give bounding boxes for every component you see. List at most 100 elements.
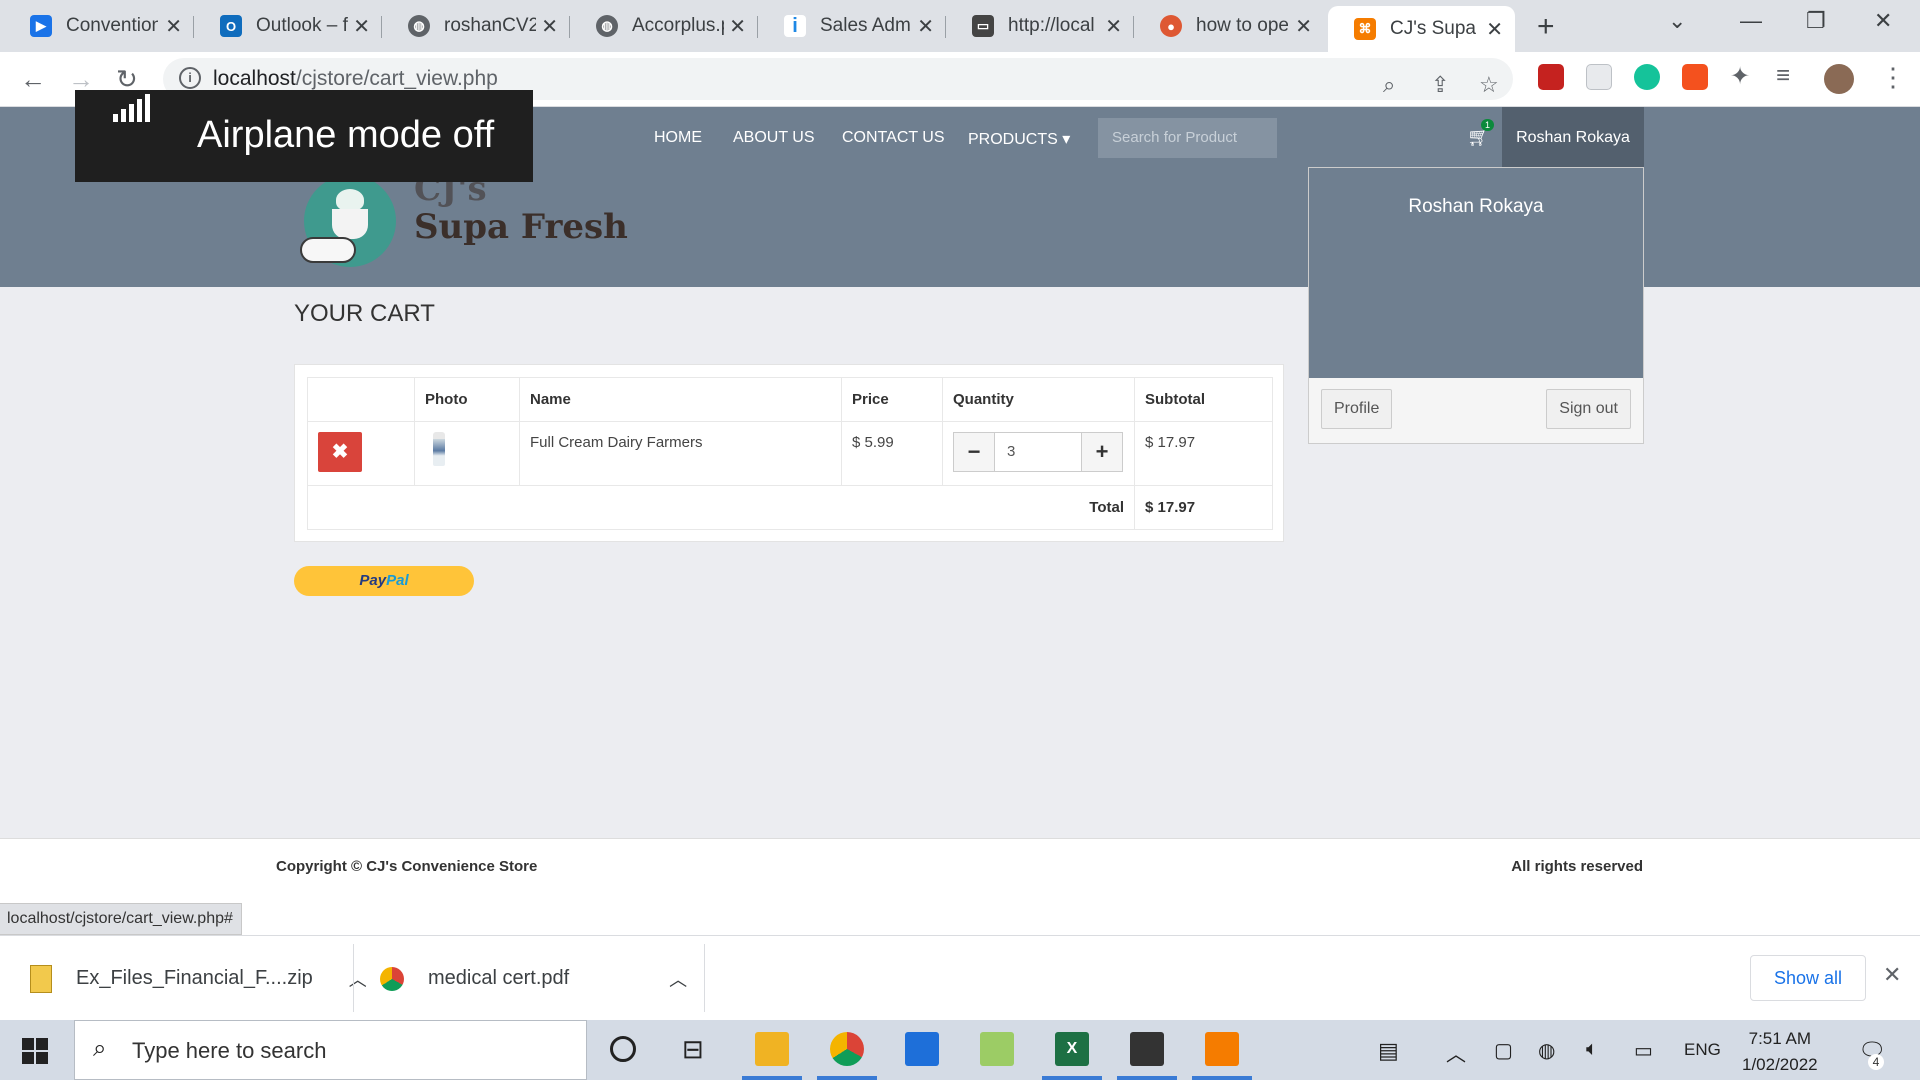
product-search-input[interactable]: Search for Product xyxy=(1098,118,1277,158)
volume-icon[interactable]: 🔈︎ xyxy=(1586,1038,1598,1061)
product-thumbnail[interactable] xyxy=(433,432,445,466)
video-icon: ▶ xyxy=(30,15,52,37)
nav-home[interactable]: HOME xyxy=(654,129,702,147)
decrease-quantity-button[interactable]: − xyxy=(953,432,995,472)
zoom-icon[interactable]: ⌕ xyxy=(1383,72,1395,98)
chrome-taskbar-icon[interactable] xyxy=(830,1032,864,1066)
bookmark-star-icon[interactable]: ☆ xyxy=(1479,72,1499,98)
remove-cell: ✖ xyxy=(307,421,415,486)
close-tab-icon[interactable]: ✕ xyxy=(1486,17,1503,42)
nav-products-dropdown[interactable]: PRODUCTS ▾ xyxy=(968,129,1070,149)
paypal-logo-pay: Pay xyxy=(359,572,387,589)
xampp-taskbar-icon[interactable] xyxy=(1205,1032,1239,1066)
task-view-icon[interactable]: ⊟ xyxy=(682,1034,704,1065)
nav-about[interactable]: ABOUT US xyxy=(733,129,815,147)
browser-tab[interactable]: ▶ Convention ✕ xyxy=(4,6,194,46)
link-status-bar: localhost/cjstore/cart_view.php# xyxy=(0,903,242,935)
taskbar-search-placeholder: Type here to search xyxy=(132,1038,327,1063)
cortana-icon[interactable] xyxy=(610,1036,636,1062)
share-icon[interactable]: ⇪ xyxy=(1431,72,1449,98)
close-tab-icon[interactable]: ✕ xyxy=(917,14,934,39)
download-item[interactable]: medical cert.pdf ︿ xyxy=(380,936,687,1021)
quantity-input[interactable]: 3 xyxy=(995,432,1081,472)
address-url[interactable]: localhost/cjstore/cart_view.php xyxy=(213,67,498,91)
table-row: ✖ Full Cream Dairy Farmers $ 5.99 − 3 + … xyxy=(307,421,1273,486)
browser-tab[interactable]: O Outlook – fr ✕ xyxy=(194,6,382,46)
notification-count-badge: 4 xyxy=(1868,1054,1884,1070)
col-subtotal: Subtotal xyxy=(1134,377,1273,422)
close-tab-icon[interactable]: ✕ xyxy=(729,14,746,39)
excel-icon[interactable]: X xyxy=(1055,1032,1089,1066)
close-tab-icon[interactable]: ✕ xyxy=(165,14,182,39)
media-control-icon[interactable]: ≡ xyxy=(1776,62,1790,90)
show-hidden-icons-chevron-icon[interactable]: ︿ xyxy=(1446,1038,1466,1067)
extensions-puzzle-icon[interactable]: ✦ xyxy=(1730,62,1750,91)
minimize-icon[interactable]: — xyxy=(1740,8,1762,34)
tab-label: Accorplus.p xyxy=(632,15,724,36)
user-menu-toggle[interactable]: Roshan Rokaya xyxy=(1502,107,1644,168)
page-title: YOUR CART xyxy=(294,300,435,327)
clock-date: 1/02/2022 xyxy=(1742,1055,1818,1074)
browser-tab[interactable]: ◍ Accorplus.p ✕ xyxy=(570,6,758,46)
browser-tab[interactable]: ▭ http://local ✕ xyxy=(946,6,1134,46)
dropdown-user-name: Roshan Rokaya xyxy=(1408,196,1544,217)
remove-item-button[interactable]: ✖ xyxy=(318,432,362,472)
meet-now-icon[interactable]: ▢ xyxy=(1494,1038,1513,1063)
outlook-icon: O xyxy=(220,15,242,37)
close-downloads-icon[interactable]: ✕ xyxy=(1883,962,1901,988)
taskbar-search-input[interactable]: ⌕ Type here to search xyxy=(74,1020,587,1080)
profile-button[interactable]: Profile xyxy=(1321,389,1393,429)
download-item[interactable]: Ex_Files_Financial_F....zip ︿ xyxy=(30,936,367,1021)
new-tab-icon[interactable]: + xyxy=(1537,10,1555,44)
increase-quantity-button[interactable]: + xyxy=(1081,432,1123,472)
tab-label: roshanCV20 xyxy=(444,15,536,36)
copyright-text: Copyright © CJ's Convenience Store xyxy=(276,858,538,875)
close-tab-icon[interactable]: ✕ xyxy=(1295,14,1312,39)
chevron-up-icon[interactable]: ︿ xyxy=(669,966,687,992)
windows-taskbar: ⌕ Type here to search ⊟ X ▤ ︿ ▢ ◍ 🔈︎ ▭ E… xyxy=(0,1020,1920,1080)
windows-start-icon[interactable] xyxy=(22,1038,48,1064)
file-explorer-icon[interactable] xyxy=(755,1032,789,1066)
close-window-icon[interactable]: ✕ xyxy=(1874,8,1892,34)
browser-tab[interactable]: i Sales Admin ✕ xyxy=(758,6,946,46)
terminal-icon[interactable] xyxy=(1130,1032,1164,1066)
sign-out-button[interactable]: Sign out xyxy=(1546,389,1631,429)
globe-icon: ◍ xyxy=(408,15,430,37)
tab-search-icon[interactable]: ⌄ xyxy=(1668,8,1686,34)
logo-icon xyxy=(300,175,396,267)
info-icon: i xyxy=(784,15,806,37)
chevron-up-icon[interactable]: ︿ xyxy=(349,966,367,992)
paypal-button[interactable]: PayPal xyxy=(294,566,474,596)
browser-tab[interactable]: ● how to ope ✕ xyxy=(1134,6,1324,46)
language-indicator[interactable]: ENG xyxy=(1684,1040,1721,1060)
close-tab-icon[interactable]: ✕ xyxy=(541,14,558,39)
site-info-icon[interactable]: i xyxy=(179,67,201,89)
avatar[interactable] xyxy=(1824,64,1854,94)
total-label: Total xyxy=(307,485,1135,530)
news-icon[interactable]: ▤ xyxy=(1378,1038,1399,1064)
taskbar-clock[interactable]: 7:51 AM 1/02/2022 xyxy=(1742,1026,1818,1078)
back-icon[interactable]: ← xyxy=(20,64,46,95)
search-icon: ⌕ xyxy=(93,1035,107,1062)
nav-contact[interactable]: CONTACT US xyxy=(842,129,945,147)
computer-icon: ▭ xyxy=(972,15,994,37)
extension-icon[interactable] xyxy=(1586,64,1612,90)
close-tab-icon[interactable]: ✕ xyxy=(1105,14,1122,39)
tab-label: Convention xyxy=(66,15,158,36)
cart-panel: Photo Name Price Quantity Subtotal ✖ Ful… xyxy=(294,364,1284,542)
acrobat-extension-icon[interactable] xyxy=(1538,64,1564,90)
app-icon[interactable] xyxy=(905,1032,939,1066)
browser-tab[interactable]: ◍ roshanCV20 ✕ xyxy=(382,6,570,46)
battery-icon[interactable]: ▭ xyxy=(1634,1038,1653,1063)
browser-tab-active[interactable]: ⌘ CJ's Supa Fr ✕ xyxy=(1328,6,1515,52)
restore-icon[interactable]: ❐ xyxy=(1806,8,1826,34)
tab-label: Outlook – fr xyxy=(256,15,348,36)
cart-table: Photo Name Price Quantity Subtotal ✖ Ful… xyxy=(307,377,1273,530)
close-tab-icon[interactable]: ✕ xyxy=(353,14,370,39)
app-icon[interactable] xyxy=(980,1032,1014,1066)
network-globe-icon[interactable]: ◍ xyxy=(1538,1038,1555,1063)
menu-dots-icon[interactable]: ⋮ xyxy=(1880,62,1906,93)
grammarly-icon[interactable] xyxy=(1634,64,1660,90)
show-all-downloads-button[interactable]: Show all xyxy=(1750,955,1866,1001)
extension-icon[interactable] xyxy=(1682,64,1708,90)
